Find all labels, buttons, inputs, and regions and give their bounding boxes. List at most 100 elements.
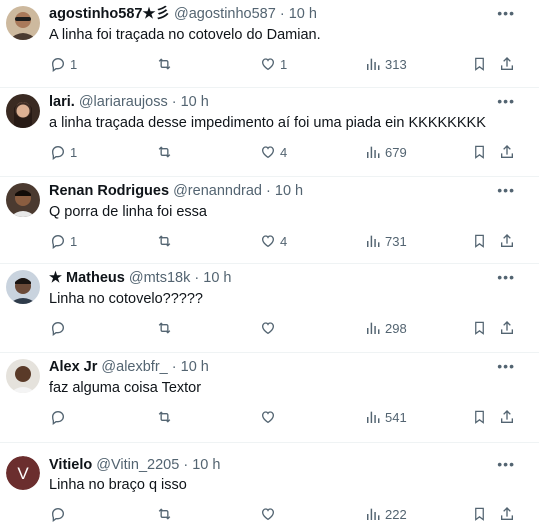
retweet-button[interactable] xyxy=(156,54,177,74)
views-button[interactable]: 731 xyxy=(365,231,407,251)
reply-item[interactable]: Alex Jr @alexbfr_ · 10 h ••• faz alguma … xyxy=(0,353,539,443)
bookmark-button[interactable] xyxy=(472,231,487,251)
more-icon[interactable]: ••• xyxy=(497,183,515,197)
retweet-button[interactable] xyxy=(156,407,177,427)
share-icon xyxy=(501,145,513,158)
more-icon[interactable]: ••• xyxy=(497,359,515,373)
display-name[interactable]: ★ Matheus xyxy=(49,270,125,286)
avatar-letter: V xyxy=(17,464,29,483)
reply-icon xyxy=(51,234,65,249)
bookmark-icon xyxy=(475,507,484,521)
views-button[interactable]: 313 xyxy=(365,54,407,74)
share-button[interactable] xyxy=(499,407,515,427)
avatar[interactable] xyxy=(6,183,40,217)
display-name[interactable]: agostinho587★彡 xyxy=(49,6,170,22)
more-icon[interactable]: ••• xyxy=(497,6,515,20)
share-button[interactable] xyxy=(499,231,515,251)
views-button[interactable]: 298 xyxy=(365,318,407,338)
like-button[interactable]: 1 xyxy=(260,54,287,74)
timestamp[interactable]: 10 h xyxy=(289,6,317,22)
reply-text: faz alguma coisa Textor xyxy=(49,380,202,396)
timestamp[interactable]: 10 h xyxy=(275,183,303,199)
like-button[interactable] xyxy=(260,504,280,524)
like-button[interactable]: 4 xyxy=(260,142,287,162)
share-icon xyxy=(501,234,513,247)
handle[interactable]: @agostinho587 xyxy=(174,6,276,22)
bookmark-button[interactable] xyxy=(472,318,487,338)
display-name[interactable]: Renan Rodrigues xyxy=(49,183,169,199)
heart-icon xyxy=(261,508,275,521)
share-icon xyxy=(501,57,513,70)
bookmark-button[interactable] xyxy=(472,54,487,74)
share-icon xyxy=(501,410,513,423)
separator: · xyxy=(171,359,177,375)
more-icon[interactable]: ••• xyxy=(497,457,515,471)
reply-header: Alex Jr @alexbfr_ · 10 h xyxy=(49,358,499,376)
more-icon[interactable]: ••• xyxy=(497,270,515,284)
like-button[interactable] xyxy=(260,407,280,427)
reply-icon xyxy=(51,321,65,336)
bookmark-button[interactable] xyxy=(472,142,487,162)
avatar[interactable] xyxy=(6,270,40,304)
display-name[interactable]: lari. xyxy=(49,94,75,110)
reply-header: agostinho587★彡 @agostinho587 · 10 h xyxy=(49,5,499,23)
display-name[interactable]: Vitielo xyxy=(49,457,92,473)
retweet-icon xyxy=(158,235,171,247)
reply-text: A linha foi traçada no cotovelo do Damia… xyxy=(49,27,321,43)
reply-header: Renan Rodrigues @renanndrad · 10 h xyxy=(49,182,499,200)
retweet-button[interactable] xyxy=(156,231,177,251)
reply-item[interactable]: ★ Matheus @mts18k · 10 h ••• Linha no co… xyxy=(0,264,539,353)
share-button[interactable] xyxy=(499,318,515,338)
action-bar: 222 xyxy=(0,504,539,524)
bookmark-icon xyxy=(475,57,484,71)
handle[interactable]: @mts18k xyxy=(129,270,190,286)
reply-button[interactable] xyxy=(50,318,70,338)
reply-button[interactable] xyxy=(50,407,70,427)
display-name[interactable]: Alex Jr xyxy=(49,359,97,375)
reply-button[interactable]: 1 xyxy=(50,142,77,162)
share-icon xyxy=(501,507,513,520)
like-button[interactable] xyxy=(260,318,280,338)
timestamp[interactable]: 10 h xyxy=(203,270,231,286)
reply-item[interactable]: Renan Rodrigues @renanndrad · 10 h ••• Q… xyxy=(0,177,539,264)
like-count: 4 xyxy=(280,144,288,160)
reply-button[interactable]: 1 xyxy=(50,231,77,251)
avatar[interactable] xyxy=(6,6,40,40)
bookmark-button[interactable] xyxy=(472,407,487,427)
reply-item[interactable]: lari. @lariaraujoss · 10 h ••• a linha t… xyxy=(0,88,539,177)
retweet-button[interactable] xyxy=(156,318,177,338)
reply-item[interactable]: agostinho587★彡 @agostinho587 · 10 h ••• … xyxy=(0,0,539,88)
handle[interactable]: @Vitin_2205 xyxy=(96,457,179,473)
views-button[interactable]: 679 xyxy=(365,142,407,162)
reply-count: 1 xyxy=(70,144,78,160)
retweet-button[interactable] xyxy=(156,142,177,162)
handle[interactable]: @lariaraujoss xyxy=(79,94,168,110)
avatar[interactable]: V xyxy=(6,456,40,490)
view-count: 313 xyxy=(385,56,407,72)
reply-text: Linha no cotovelo????? xyxy=(49,291,203,307)
handle[interactable]: @renanndrad xyxy=(173,183,262,199)
reply-button[interactable]: 1 xyxy=(50,54,77,74)
share-button[interactable] xyxy=(499,54,515,74)
like-button[interactable]: 4 xyxy=(260,231,287,251)
timestamp[interactable]: 10 h xyxy=(181,359,209,375)
share-button[interactable] xyxy=(499,504,515,524)
reply-icon xyxy=(51,410,65,425)
avatar[interactable] xyxy=(6,94,40,128)
views-button[interactable]: 222 xyxy=(365,504,407,524)
reply-header: Vitielo @Vitin_2205 · 10 h xyxy=(49,456,499,474)
share-button[interactable] xyxy=(499,142,515,162)
avatar[interactable] xyxy=(6,359,40,393)
timestamp[interactable]: 10 h xyxy=(192,457,220,473)
bookmark-button[interactable] xyxy=(472,504,487,524)
views-button[interactable]: 541 xyxy=(365,407,407,427)
reply-item[interactable]: V Vitielo @Vitin_2205 · 10 h ••• Linha n… xyxy=(0,443,539,530)
separator: · xyxy=(194,270,200,286)
view-count: 222 xyxy=(385,506,407,522)
retweet-icon xyxy=(158,322,171,334)
reply-button[interactable] xyxy=(50,504,70,524)
retweet-button[interactable] xyxy=(156,504,177,524)
more-icon[interactable]: ••• xyxy=(497,94,515,108)
timestamp[interactable]: 10 h xyxy=(181,94,209,110)
handle[interactable]: @alexbfr_ xyxy=(101,359,167,375)
